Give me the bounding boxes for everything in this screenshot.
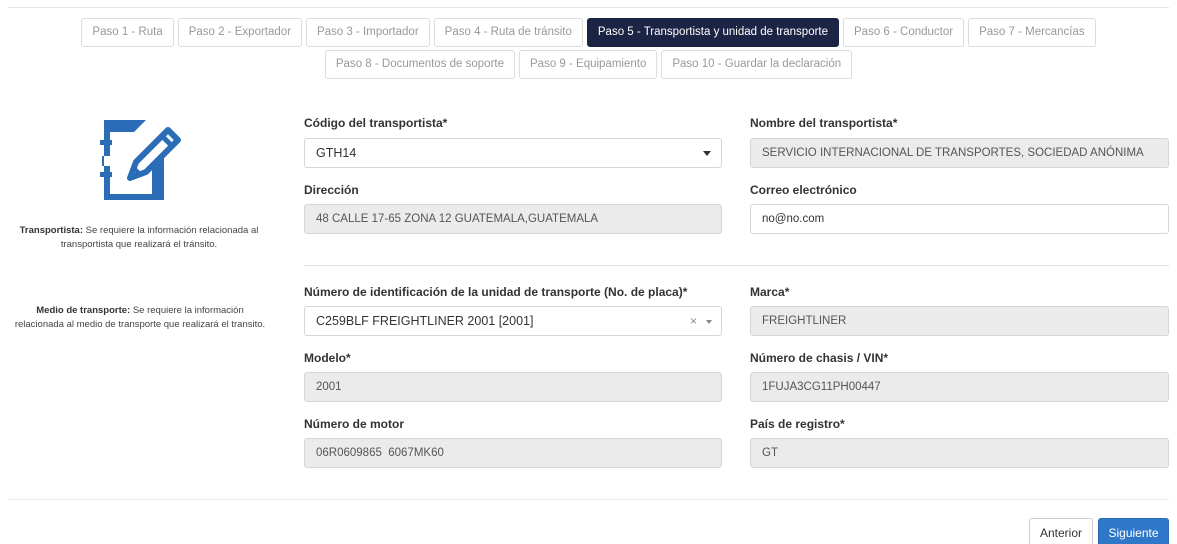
- wizard-steps-row-2: Paso 8 - Documentos de soporte Paso 9 - …: [0, 50, 1177, 79]
- edit-document-icon: [90, 112, 190, 208]
- engine-field: 06R0609865 6067MK60: [304, 438, 722, 468]
- model-field: 2001: [304, 372, 722, 402]
- carrier-name-label: Nombre del transportista*: [750, 116, 898, 130]
- address-label: Dirección: [304, 183, 359, 197]
- transportista-help-text: Transportista: Se requiere la informació…: [4, 224, 274, 252]
- step-6-tab[interactable]: Paso 6 - Conductor: [843, 18, 965, 47]
- section-divider: [304, 265, 1169, 266]
- step-1-tab[interactable]: Paso 1 - Ruta: [81, 18, 174, 47]
- email-field[interactable]: no@no.com: [750, 204, 1169, 234]
- brand-label: Marca*: [750, 285, 790, 299]
- chevron-down-icon: [703, 151, 711, 156]
- carrier-code-select[interactable]: GTH14: [304, 138, 722, 168]
- step-10-tab[interactable]: Paso 10 - Guardar la declaración: [661, 50, 853, 79]
- step-8-tab[interactable]: Paso 8 - Documentos de soporte: [324, 50, 515, 79]
- top-divider: [8, 7, 1169, 8]
- previous-button[interactable]: Anterior: [1029, 518, 1093, 544]
- plate-value: C259BLF FREIGHTLINER 2001 [2001]: [316, 314, 534, 328]
- step-4-tab[interactable]: Paso 4 - Ruta de tránsito: [433, 18, 583, 47]
- next-button[interactable]: Siguiente: [1098, 518, 1169, 544]
- footer-divider: [8, 499, 1169, 500]
- step-3-tab[interactable]: Paso 3 - Importador: [306, 18, 430, 47]
- step-2-tab[interactable]: Paso 2 - Exportador: [177, 18, 303, 47]
- step-5-tab-active[interactable]: Paso 5 - Transportista y unidad de trans…: [586, 18, 840, 47]
- medio-help-title: Medio de transporte:: [36, 305, 131, 316]
- carrier-name-field: SERVICIO INTERNACIONAL DE TRANSPORTES, S…: [750, 138, 1169, 168]
- transportista-help-title: Transportista:: [19, 225, 84, 236]
- vin-label: Número de chasis / VIN*: [750, 351, 889, 365]
- chevron-down-icon: [706, 320, 712, 324]
- wizard-steps-row-1: Paso 1 - Ruta Paso 2 - Exportador Paso 3…: [0, 18, 1177, 47]
- plate-select[interactable]: C259BLF FREIGHTLINER 2001 [2001] ×: [304, 306, 722, 336]
- plate-label: Número de identificación de la unidad de…: [304, 285, 688, 299]
- vin-field: 1FUJA3CG11PH00447: [750, 372, 1169, 402]
- model-label: Modelo*: [304, 351, 351, 365]
- transportista-help-body: Se requiere la información relacionada a…: [60, 225, 259, 250]
- carrier-code-label: Código del transportista*: [304, 116, 448, 130]
- country-label: País de registro*: [750, 417, 845, 431]
- step-9-tab[interactable]: Paso 9 - Equipamiento: [519, 50, 658, 79]
- email-label: Correo electrónico: [750, 183, 857, 197]
- carrier-code-value: GTH14: [316, 146, 357, 160]
- medio-transporte-help-text: Medio de transporte: Se requiere la info…: [14, 304, 266, 332]
- brand-field: FREIGHTLINER: [750, 306, 1169, 336]
- clear-icon[interactable]: ×: [690, 307, 697, 335]
- address-field: 48 CALLE 17-65 ZONA 12 GUATEMALA,GUATEMA…: [304, 204, 722, 234]
- country-field: GT: [750, 438, 1169, 468]
- step-7-tab[interactable]: Paso 7 - Mercancías: [968, 18, 1096, 47]
- engine-label: Número de motor: [304, 417, 405, 431]
